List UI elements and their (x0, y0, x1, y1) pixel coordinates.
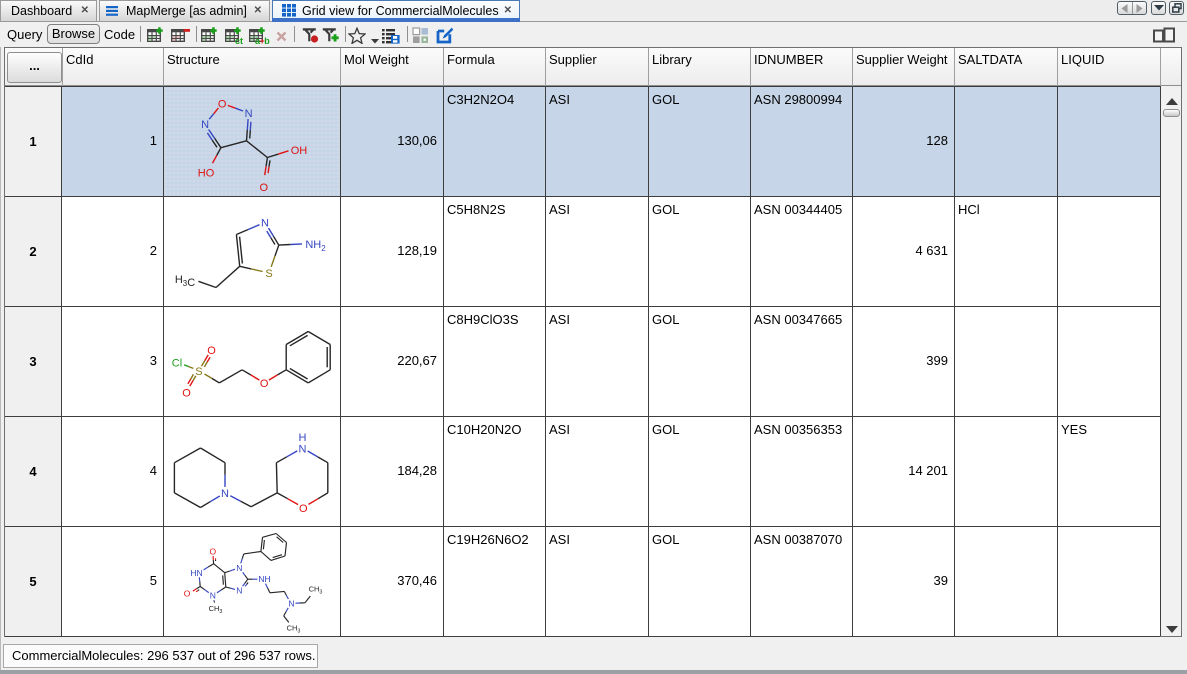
svg-text:O: O (260, 182, 269, 194)
svg-text:O: O (209, 547, 216, 557)
svg-text:NH2: NH2 (305, 239, 325, 253)
svg-text:NH: NH (258, 574, 270, 584)
svg-text:N: N (201, 119, 209, 131)
svg-text:N: N (245, 108, 253, 120)
svg-text:N: N (236, 586, 242, 596)
svg-text:N: N (236, 563, 242, 573)
svg-text:OH: OH (291, 145, 308, 157)
svg-text:N: N (221, 488, 229, 500)
svg-text:S: S (265, 268, 272, 280)
svg-text:N: N (299, 443, 307, 455)
svg-text:O: O (184, 589, 191, 599)
svg-text:S: S (195, 366, 202, 378)
svg-text:O: O (299, 503, 308, 515)
svg-text:CH3: CH3 (209, 604, 223, 615)
svg-text:H3C: H3C (175, 274, 195, 289)
svg-text:CH3: CH3 (309, 585, 323, 596)
svg-text:O: O (207, 345, 216, 357)
svg-text:O: O (182, 388, 191, 400)
svg-text:N: N (210, 591, 216, 601)
svg-text:O: O (218, 98, 227, 110)
svg-text:H: H (299, 432, 307, 444)
svg-text:Cl: Cl (172, 358, 182, 370)
svg-text:N: N (288, 598, 294, 608)
svg-text:CH3: CH3 (287, 624, 301, 635)
svg-text:HO: HO (198, 167, 215, 179)
svg-text:O: O (260, 378, 269, 390)
svg-text:N: N (261, 217, 269, 229)
svg-text:HN: HN (190, 568, 202, 578)
